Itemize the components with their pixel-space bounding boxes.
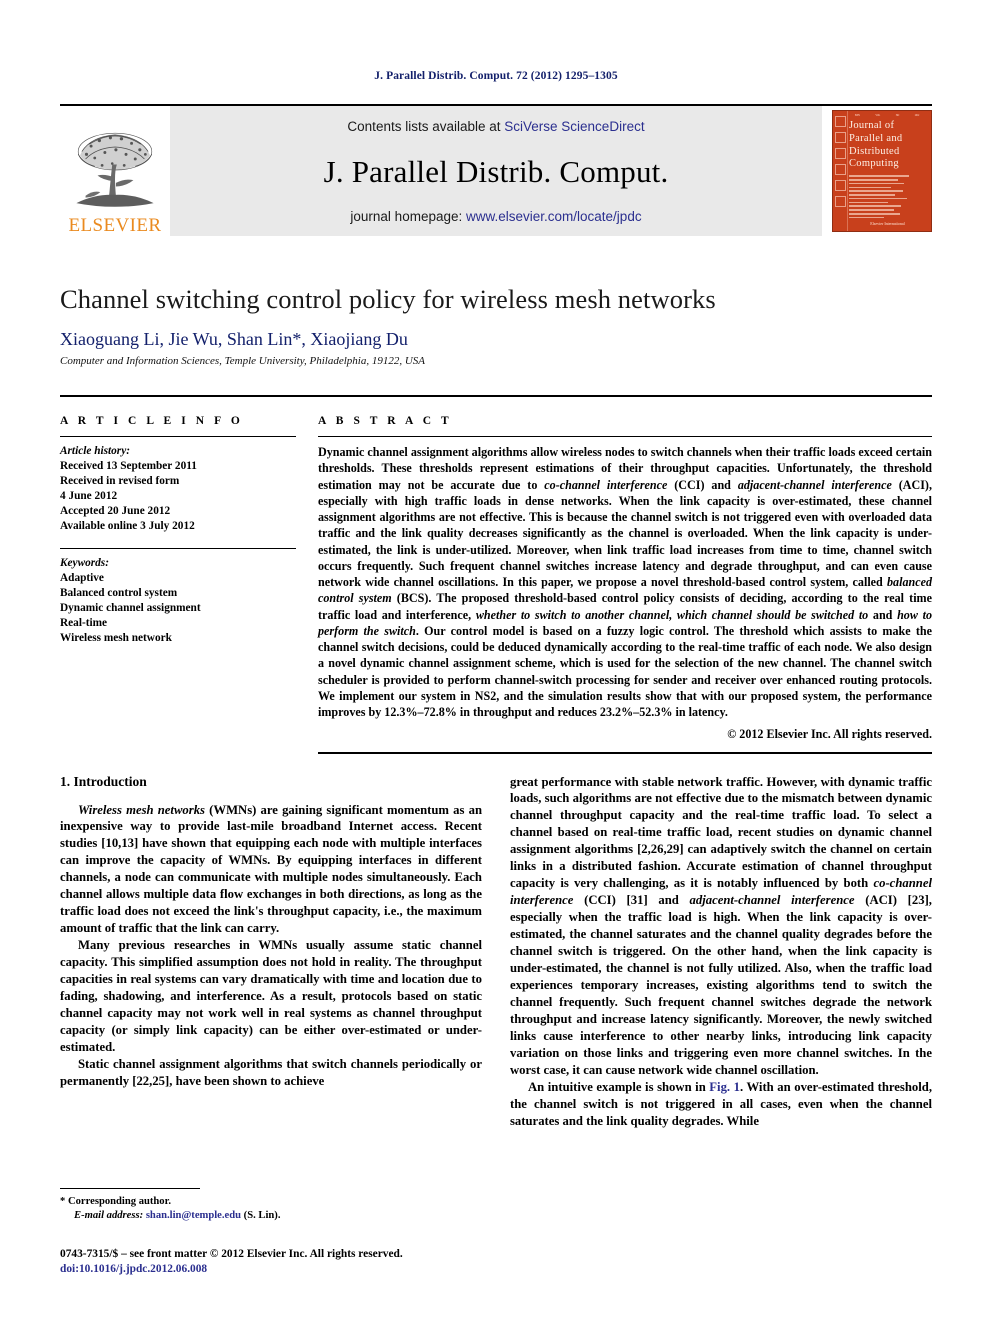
journal-masthead: ELSEVIER Contents lists available at Sci…: [60, 104, 932, 236]
abstract-italic-term: co-channel interference: [544, 477, 668, 492]
article-history-item: Received in revised form: [60, 475, 180, 488]
keyword-item: Real-time: [60, 617, 108, 630]
homepage-prefix: journal homepage:: [350, 209, 466, 224]
article-history-item: Received 13 September 2011: [60, 460, 197, 473]
doi-link[interactable]: doi:10.1016/j.jpdc.2012.06.008: [60, 1262, 480, 1277]
figure-1-link[interactable]: Fig. 1: [709, 1080, 740, 1094]
article-title: Channel switching control policy for wir…: [60, 284, 716, 314]
running-head: J. Parallel Distrib. Comput. 72 (2012) 1…: [374, 70, 618, 82]
divider: [318, 436, 932, 437]
divider: [60, 548, 296, 550]
keyword-item: Dynamic channel assignment: [60, 602, 201, 615]
article-history-item: 4 June 2012: [60, 490, 118, 503]
footnote-rule: [60, 1188, 200, 1189]
abstract-text: Dynamic channel assignment algorithms al…: [318, 444, 932, 721]
abstract-seg: . Our control model is based on a fuzzy …: [318, 623, 932, 720]
issn-line: 0743-7315/$ – see front matter © 2012 El…: [60, 1248, 403, 1260]
cover-side-mark: [834, 116, 846, 127]
paragraph-seg: (CCI) [31] and: [573, 893, 690, 908]
cover-side-mark: [834, 196, 846, 207]
paragraph-seg: (ACI) [23], especially when the traffic …: [510, 893, 932, 1077]
cover-side-mark: [834, 164, 846, 175]
abstract-seg: and: [868, 607, 898, 622]
affiliation: Computer and Information Sciences, Templ…: [60, 355, 425, 367]
info-abstract-section: A R T I C L E I N F O Article history: R…: [60, 395, 932, 754]
paragraph: An intuitive example is shown in Fig. 1.…: [510, 1079, 932, 1130]
email-note: E-mail address: shan.lin@temple.edu (S. …: [60, 1209, 465, 1223]
section-title-introduction: 1. Introduction: [60, 773, 147, 789]
cover-title-line-4: Computing: [849, 158, 899, 170]
cover-sidebar-strip: [833, 111, 848, 231]
masthead-center-panel: Contents lists available at SciVerse Sci…: [170, 106, 822, 236]
abstract-italic-term: adjacent-channel interference: [737, 477, 892, 492]
email-suffix: (S. Lin).: [241, 1210, 281, 1222]
keywords-group: Keywords: Adaptive Balanced control syst…: [60, 556, 296, 646]
elsevier-tree-icon: [69, 124, 161, 216]
cover-title-line-1: Journal of: [849, 120, 895, 131]
cover-title-line-2: Parallel and: [849, 132, 903, 144]
corresponding-author-marker: *: [60, 1196, 66, 1207]
divider: [318, 751, 932, 754]
divider: [60, 436, 296, 437]
email-link[interactable]: shan.lin@temple.edu: [146, 1210, 241, 1221]
sciencedirect-link[interactable]: SciVerse ScienceDirect: [504, 119, 644, 134]
keywords-label: Keywords:: [60, 557, 109, 570]
contents-lists-line: Contents lists available at SciVerse Sci…: [347, 119, 644, 134]
article-info-column: A R T I C L E I N F O Article history: R…: [60, 415, 318, 754]
article-history-label: Article history:: [60, 445, 130, 457]
author-list: Xiaoguang Li, Jie Wu, Shan Lin*, Xiaojia…: [60, 329, 408, 349]
paragraph-seg: An intuitive example is shown in: [528, 1079, 710, 1094]
keyword-item: Balanced control system: [60, 587, 178, 600]
abstract-copyright: © 2012 Elsevier Inc. All rights reserved…: [727, 726, 932, 741]
article-history-item: Accepted 20 June 2012: [60, 505, 171, 518]
journal-cover-thumbnail: ISSN VOL NO 2012 Journal of Parallel and Di…: [832, 110, 932, 232]
corresponding-author-text: Corresponding author.: [67, 1196, 171, 1207]
issn-doi-block: 0743-7315/$ – see front matter © 2012 El…: [60, 1247, 480, 1278]
paragraph-italic-term: adjacent-channel interference: [689, 893, 855, 908]
email-label: E-mail address:: [74, 1210, 144, 1222]
paragraph: Static channel assignment algorithms tha…: [60, 1056, 482, 1088]
elsevier-wordmark: ELSEVIER: [68, 215, 162, 236]
body-column-left: 1. Introduction Wireless mesh networks (…: [60, 774, 482, 1130]
keyword-item: Wireless mesh network: [60, 632, 172, 645]
corresponding-author-note: * Corresponding author.: [60, 1195, 465, 1209]
journal-title: J. Parallel Distrib. Comput.: [323, 153, 669, 189]
body-columns: 1. Introduction Wireless mesh networks (…: [60, 774, 932, 1130]
elsevier-logo: ELSEVIER: [60, 106, 170, 236]
paragraph-lead-italic: Wireless mesh networks: [78, 802, 205, 817]
title-block: Channel switching control policy for wir…: [60, 284, 932, 367]
keyword-item: Adaptive: [60, 572, 104, 585]
cover-title-line-3: Distributed: [849, 145, 900, 157]
abstract-seg: (CCI) and: [667, 477, 738, 492]
cover-side-mark: [834, 180, 846, 191]
abstract-italic-term: whether to switch to another channel, wh…: [475, 607, 869, 622]
body-column-right: great performance with stable network tr…: [510, 774, 932, 1130]
paper-page: J. Parallel Distrib. Comput. 72 (2012) 1…: [0, 0, 992, 1323]
cover-side-mark: [834, 148, 846, 159]
paragraph: Many previous researches in WMNs usually…: [60, 938, 482, 1054]
abstract-seg: (ACI), especially with high traffic load…: [318, 477, 932, 590]
journal-homepage-link[interactable]: www.elsevier.com/locate/jpdc: [466, 209, 642, 224]
article-history-group: Article history: Received 13 September 2…: [60, 444, 296, 534]
cover-side-mark: [834, 132, 846, 143]
article-history-item: Available online 3 July 2012: [60, 520, 195, 533]
paragraph: great performance with stable network tr…: [510, 774, 932, 1079]
contents-prefix: Contents lists available at: [347, 119, 505, 134]
abstract-heading: A B S T R A C T: [318, 415, 453, 427]
cover-footer-text: Elsevier International: [870, 221, 905, 226]
paragraph-seg: (WMNs) are gaining significant momentum …: [60, 802, 482, 936]
abstract-column: A B S T R A C T Dynamic channel assignme…: [318, 415, 932, 754]
paragraph-seg: great performance with stable network tr…: [510, 774, 932, 891]
paragraph: Wireless mesh networks (WMNs) are gainin…: [60, 802, 482, 938]
journal-homepage-line: journal homepage: www.elsevier.com/locat…: [350, 209, 641, 224]
article-info-heading: A R T I C L E I N F O: [60, 415, 244, 427]
footnote-area: * Corresponding author. E-mail address: …: [60, 1188, 465, 1224]
